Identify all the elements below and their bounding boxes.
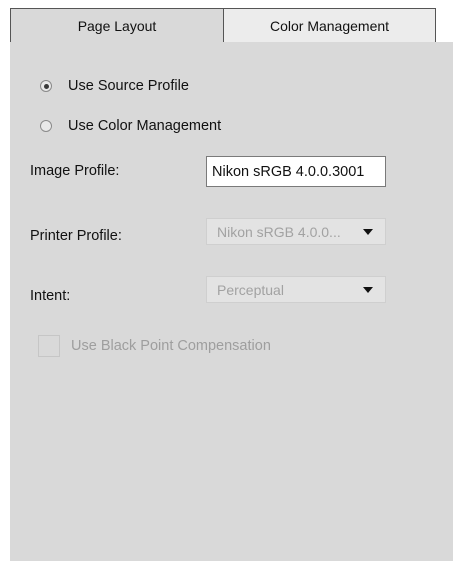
- chevron-down-icon: [363, 287, 373, 293]
- image-profile-field[interactable]: Nikon sRGB 4.0.0.3001: [206, 156, 386, 187]
- printer-profile-dropdown[interactable]: Nikon sRGB 4.0.0...: [206, 218, 386, 245]
- black-point-compensation-option[interactable]: Use Black Point Compensation: [38, 335, 271, 357]
- radio-label: Use Color Management: [68, 118, 222, 134]
- image-profile-label: Image Profile:: [30, 163, 120, 179]
- use-color-management-option[interactable]: Use Color Management: [40, 118, 221, 134]
- checkbox-label: Use Black Point Compensation: [71, 338, 271, 354]
- intent-dropdown[interactable]: Perceptual: [206, 276, 386, 303]
- printer-profile-value: Nikon sRGB 4.0.0...: [217, 223, 341, 240]
- printer-profile-label: Printer Profile:: [30, 228, 122, 244]
- radio-button-selected[interactable]: [40, 80, 52, 92]
- radio-label: Use Source Profile: [68, 78, 189, 94]
- black-point-checkbox[interactable]: [38, 335, 60, 357]
- tab-label: Color Management: [269, 17, 390, 34]
- use-source-profile-option[interactable]: Use Source Profile: [40, 78, 189, 94]
- intent-label: Intent:: [30, 288, 71, 304]
- tab-color-management[interactable]: Color Management: [224, 8, 436, 42]
- tab-page-layout[interactable]: Page Layout: [10, 8, 224, 42]
- tab-label: Page Layout: [77, 17, 157, 34]
- chevron-down-icon: [363, 229, 373, 235]
- tab-strip-filler: [436, 8, 453, 42]
- radio-button[interactable]: [40, 120, 52, 132]
- image-profile-value: Nikon sRGB 4.0.0.3001: [212, 163, 365, 180]
- intent-value: Perceptual: [217, 281, 284, 298]
- color-management-panel: Use Source Profile Use Color Management …: [10, 42, 453, 561]
- color-management-dialog: Page Layout Color Management Use Source …: [0, 0, 453, 561]
